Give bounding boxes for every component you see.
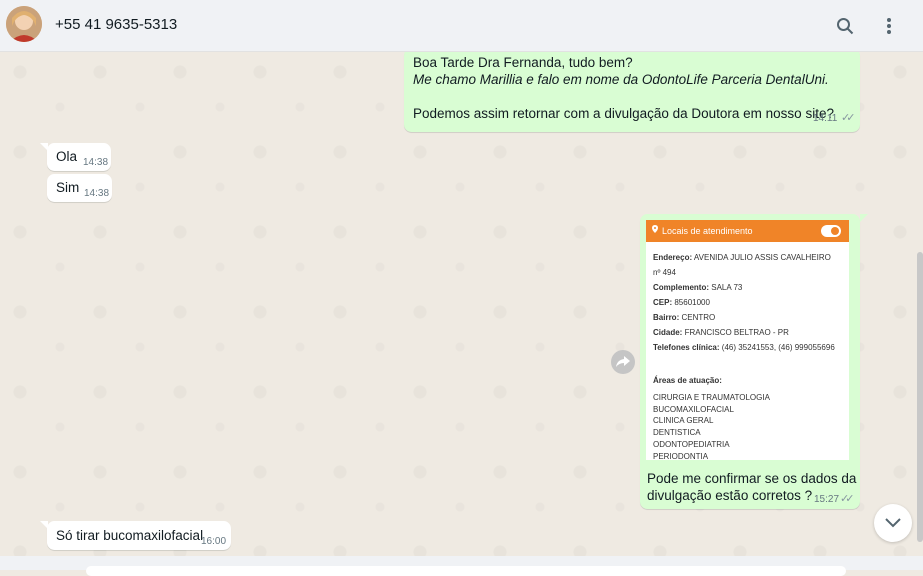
avatar[interactable] bbox=[6, 6, 42, 42]
message-time: 16:00 bbox=[201, 536, 227, 547]
bubble-tail bbox=[40, 143, 48, 151]
search-button[interactable] bbox=[833, 14, 857, 38]
message-incoming[interactable]: Sim 14:38 bbox=[47, 174, 112, 202]
card-title: Locais de atendimento bbox=[662, 226, 753, 236]
message-time: 14:11 bbox=[813, 113, 838, 124]
search-icon bbox=[837, 18, 854, 35]
message-text: Boa Tarde Dra Fernanda, tudo bem? bbox=[413, 55, 633, 70]
forward-button[interactable] bbox=[611, 350, 635, 374]
location-pin-icon bbox=[652, 225, 658, 233]
chat-header: +55 41 9635-5313 bbox=[0, 0, 923, 52]
message-incoming[interactable]: Ola 14:38 bbox=[47, 143, 111, 171]
message-outgoing-image[interactable]: Locais de atendimento Endereço: AVENIDA … bbox=[640, 214, 860, 509]
toggle-switch bbox=[821, 225, 841, 237]
scrollbar[interactable] bbox=[917, 252, 923, 542]
message-incoming[interactable]: Só tirar bucomaxilofacial 16:00 bbox=[47, 521, 231, 550]
message-text: Podemos assim retornar com a divulgação … bbox=[413, 106, 834, 121]
bubble-tail bbox=[860, 214, 868, 222]
message-time: 15:27 bbox=[814, 494, 840, 505]
menu-dots-icon bbox=[887, 18, 891, 34]
message-time: 14:38 bbox=[83, 157, 109, 168]
card-body: Endereço: AVENIDA JULIO ASSIS CAVALHEIRO… bbox=[653, 253, 835, 460]
message-text: Me chamo Marillia e falo em nome da Odon… bbox=[413, 72, 829, 87]
message-outgoing[interactable]: Boa Tarde Dra Fernanda, tudo bem? Me cha… bbox=[404, 52, 860, 132]
message-text: Sim bbox=[56, 180, 80, 195]
scroll-down-button[interactable] bbox=[874, 504, 912, 542]
composer-bar bbox=[0, 556, 923, 576]
chat-area: Boa Tarde Dra Fernanda, tudo bem? Me cha… bbox=[0, 52, 923, 556]
message-input[interactable] bbox=[86, 566, 846, 576]
message-text: Ola bbox=[56, 149, 78, 164]
menu-button[interactable] bbox=[877, 14, 901, 38]
card-header: Locais de atendimento bbox=[646, 220, 849, 242]
chevron-down-icon bbox=[885, 518, 901, 528]
contact-name[interactable]: +55 41 9635-5313 bbox=[55, 16, 177, 33]
forward-icon bbox=[616, 356, 630, 367]
message-text: Só tirar bucomaxilofacial bbox=[56, 528, 204, 543]
message-text: Pode me confirmar se os dados da bbox=[647, 471, 857, 486]
read-ticks-icon: ✓✓ bbox=[840, 493, 855, 505]
read-ticks-icon: ✓✓ bbox=[841, 112, 856, 124]
image-attachment[interactable]: Locais de atendimento Endereço: AVENIDA … bbox=[646, 220, 849, 460]
bubble-tail bbox=[40, 521, 48, 529]
message-time: 14:38 bbox=[84, 188, 110, 199]
